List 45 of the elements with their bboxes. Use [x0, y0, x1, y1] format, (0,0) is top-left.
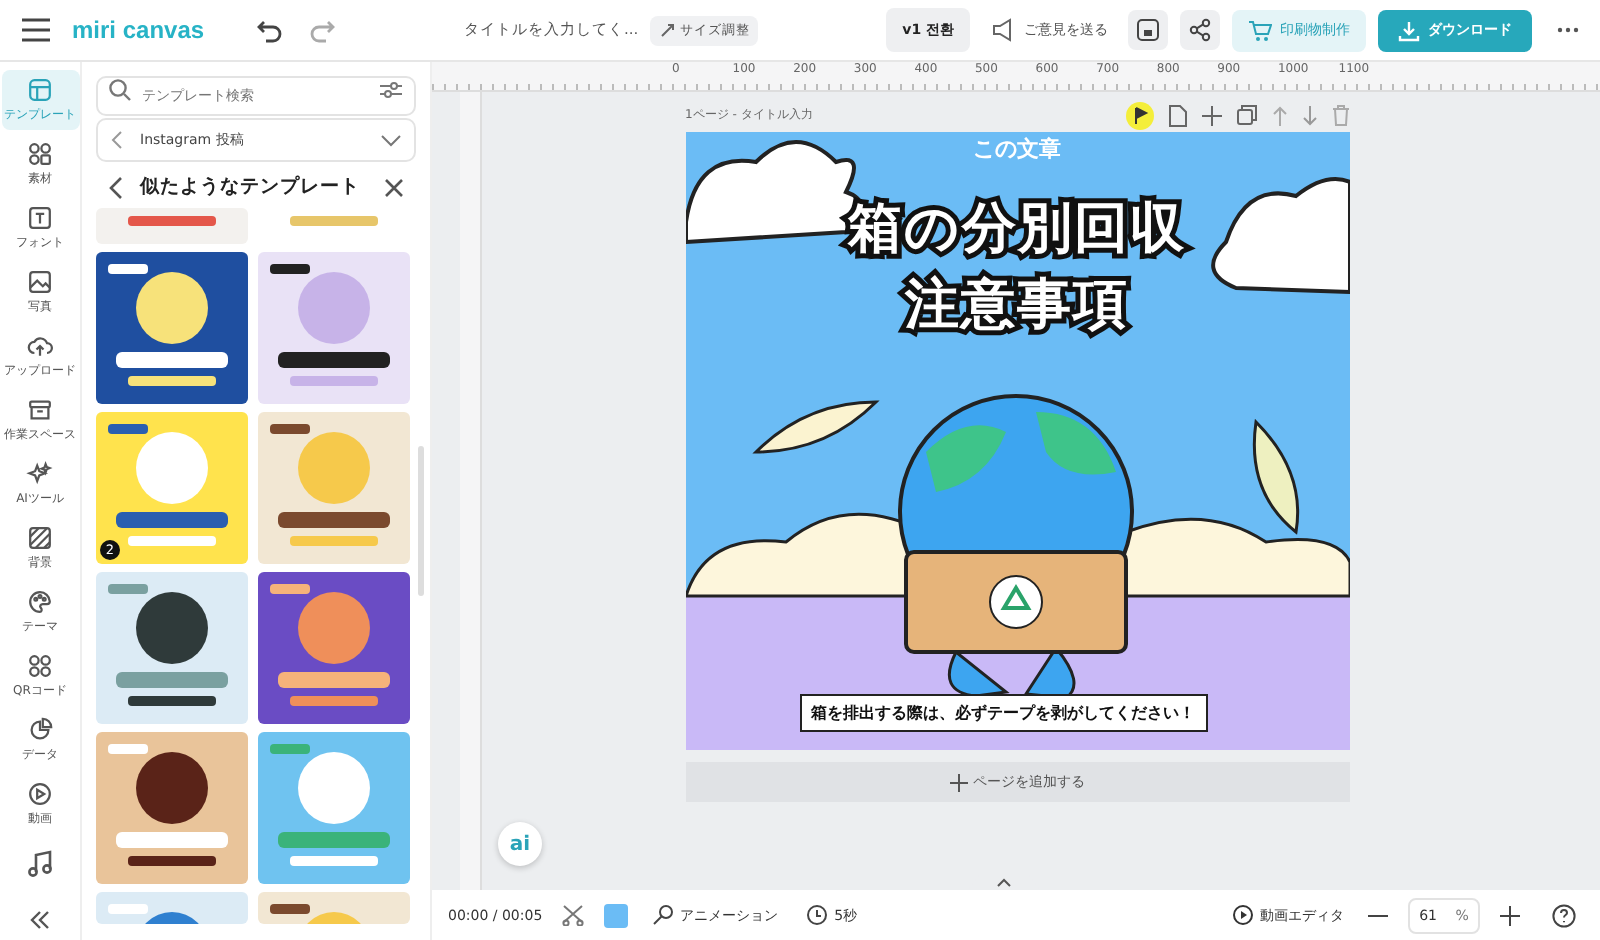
- scissors-icon[interactable]: [562, 904, 585, 926]
- cloud-upload-icon: [26, 332, 54, 360]
- play-icon: [1232, 904, 1254, 926]
- timer-icon: [806, 904, 829, 926]
- shapes-icon: [26, 140, 54, 168]
- cart-icon: [1248, 19, 1273, 41]
- sparkle-icon: [26, 460, 54, 488]
- close-icon[interactable]: [384, 177, 404, 197]
- archive-icon: [26, 396, 54, 424]
- resize-icon: [658, 21, 677, 39]
- plus-icon: [949, 773, 967, 791]
- page-icon[interactable]: [1167, 103, 1187, 127]
- chevron-down-icon: [380, 133, 402, 147]
- menu-icon[interactable]: [20, 16, 52, 44]
- music-icon[interactable]: [26, 850, 54, 878]
- save-icon: [1136, 18, 1161, 42]
- design-notice[interactable]: 箱を排出する際は、必ずテープを剥がしてください！: [799, 694, 1207, 732]
- text-icon: [26, 204, 54, 232]
- search-icon: [108, 78, 132, 102]
- megaphone-icon: [990, 18, 1017, 42]
- grid-icon: [26, 652, 54, 680]
- image-icon: [26, 268, 54, 296]
- zoom-in-icon[interactable]: [1500, 905, 1520, 925]
- undo-icon[interactable]: [256, 16, 285, 44]
- download-icon: [1398, 19, 1421, 41]
- layout-icon: [26, 76, 54, 104]
- share-icon: [1188, 18, 1213, 42]
- save-button[interactable]: [1128, 10, 1169, 50]
- color-swatch[interactable]: [604, 903, 629, 927]
- back-icon[interactable]: [108, 175, 124, 199]
- panel-heading: 似たようなテンプレート: [140, 174, 362, 200]
- add-icon[interactable]: [1201, 105, 1221, 125]
- duplicate-icon[interactable]: [1235, 104, 1257, 126]
- design-page[interactable]: この文章 箱の分別回収 注意事項 箱を排出する際は、必ずテープを剥がしてください！: [685, 132, 1349, 750]
- collapse-icon[interactable]: [28, 910, 52, 930]
- help-icon[interactable]: [1552, 903, 1576, 927]
- share-button[interactable]: [1180, 10, 1221, 50]
- filter-icon[interactable]: [380, 80, 402, 100]
- play-icon: [26, 780, 54, 808]
- animation-icon: [652, 904, 675, 926]
- pattern-icon: [26, 524, 54, 552]
- flag-icon[interactable]: [1125, 101, 1153, 129]
- palette-icon: [26, 588, 54, 616]
- more-icon[interactable]: [1556, 26, 1581, 34]
- pie-chart-icon: [26, 716, 54, 744]
